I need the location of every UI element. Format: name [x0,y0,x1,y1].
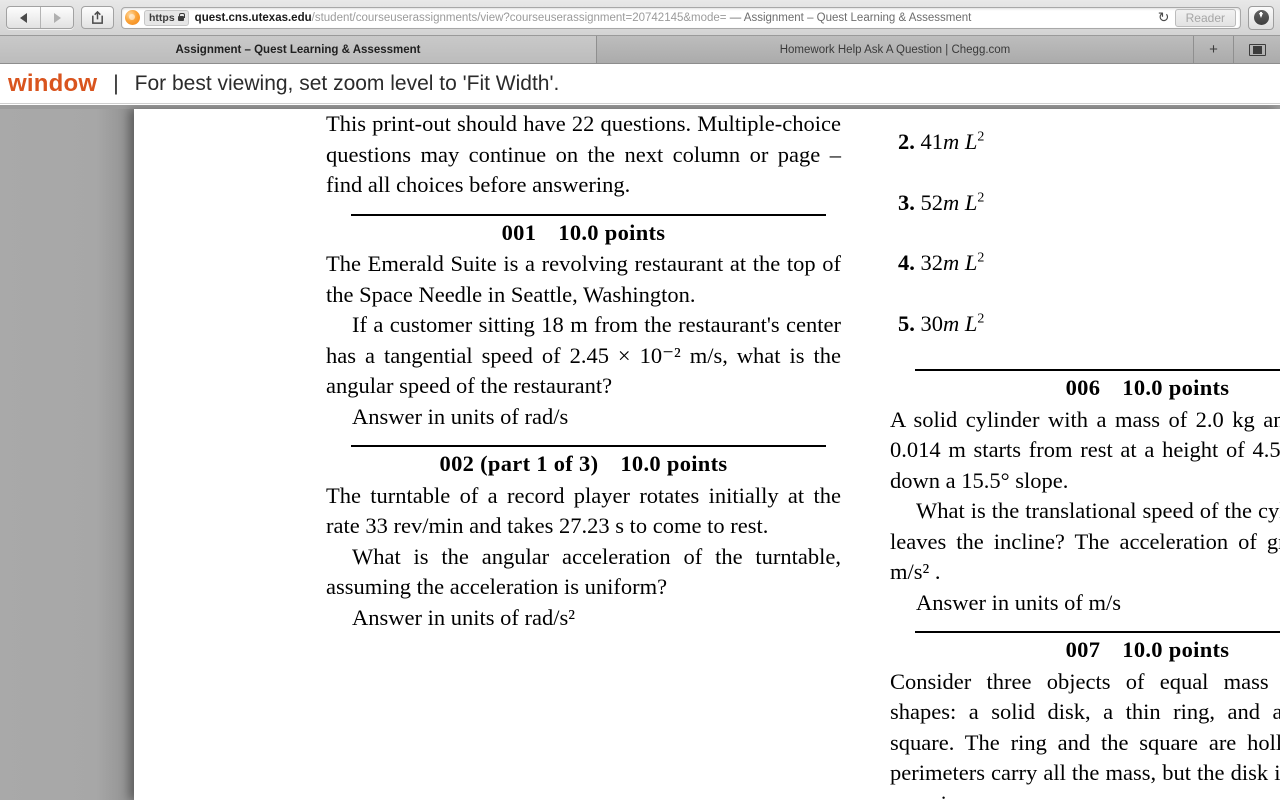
choice-exponent: 2 [977,190,985,205]
tab-overview-icon [1248,43,1266,56]
choice-number: 5. [898,310,915,336]
browser-window: https quest.cns.utexas.edu/student/cours… [0,0,1280,800]
question-points: 10.0 points [1122,637,1230,662]
reload-button[interactable]: ↻ [1153,8,1175,28]
https-badge: https [144,9,189,26]
banner-message: For best viewing, set zoom level to 'Fit… [134,71,560,95]
browser-toolbar: https quest.cns.utexas.edu/student/cours… [0,0,1280,36]
viewer-background-left [0,109,134,800]
choice-exponent: 2 [977,129,985,145]
share-button[interactable] [81,6,114,29]
question-002-paragraph-2: What is the angular acceleration of the … [326,543,841,600]
choice-unit: m L [943,129,978,154]
choice-value: 52 [920,189,944,215]
downloads-button[interactable] [1248,5,1274,30]
tab-assignment[interactable]: Assignment – Quest Learning & Assessment [0,36,597,63]
url-text: quest.cns.utexas.edu/student/courseusera… [195,12,1153,24]
tab-label: Assignment – Quest Learning & Assessment [175,43,421,56]
question-divider [351,213,826,216]
question-heading-007: 007 10.0 points [890,635,1280,666]
document-column-right: 2. 41m L2 3. 52m L2 4. 32m L2 5. 30m L2 [890,109,1280,800]
choice-exponent: 2 [977,250,985,266]
answer-choice[interactable]: 2. 41m L2 [898,127,1280,158]
lock-icon [177,13,185,21]
question-002-answer-units: Answer in units of rad/s² [352,604,575,630]
site-banner: window | For best viewing, set zoom leve… [0,64,1280,104]
answer-choice[interactable]: 5. 30m L2 [898,309,1280,340]
question-heading-002: 002 (part 1 of 3) 10.0 points [326,449,841,480]
back-arrow-icon [20,12,27,23]
forward-button[interactable] [40,7,73,28]
assignment-document: This print-out should have 22 questions.… [134,109,1280,800]
pdf-viewer: This print-out should have 22 questions.… [0,105,1280,800]
choice-value: 41 [920,129,944,154]
choice-value: 32 [920,250,944,275]
address-bar[interactable]: https quest.cns.utexas.edu/student/cours… [121,6,1241,29]
choice-unit: m L [943,189,978,215]
question-001-answer-units: Answer in units of rad/s [352,403,569,429]
question-006-answer-units: Answer in units of m/s [916,589,1121,615]
new-tab-button[interactable]: + [1194,36,1234,63]
question-heading-006: 006 10.0 points [890,373,1280,404]
tab-label: Homework Help Ask A Question | Chegg.com [779,43,1011,56]
question-007-paragraph-1: Consider three objects of equal mass but… [890,668,1280,800]
nav-button-group [6,6,74,29]
reader-button[interactable]: Reader [1174,8,1236,27]
banner-brand: window [8,69,98,97]
question-006-paragraph-2: What is the translational speed of the c… [890,498,1280,584]
choice-unit: m L [943,250,978,275]
question-006-paragraph-1: A solid cylinder with a mass of 2.0 kg a… [890,406,1280,493]
question-heading-001: 001 10.0 points [326,218,841,249]
url-path: /student/courseuserassignments/view?cour… [311,11,727,24]
tab-chegg[interactable]: Homework Help Ask A Question | Chegg.com [597,36,1194,63]
intro-paragraph: This print-out should have 22 questions.… [326,111,841,197]
download-arrow-icon [1253,10,1269,25]
question-number: 001 [501,219,537,245]
choice-number: 2. [898,129,915,154]
question-points: 10.0 points [1122,375,1230,400]
site-favicon-icon [125,10,140,25]
tab-bar: Assignment – Quest Learning & Assessment… [0,36,1280,64]
question-002-paragraph-1: The turntable of a record player rotates… [326,482,841,539]
question-number: 002 (part 1 of 3) [439,451,599,476]
choice-number: 3. [898,189,915,215]
choice-number: 4. [898,250,915,275]
url-page-title: — Assignment – Quest Learning & Assessme… [726,11,972,24]
choice-value: 30 [920,310,944,336]
url-host: quest.cns.utexas.edu [194,11,312,24]
question-divider [351,445,826,447]
tab-overview-button[interactable] [1234,36,1280,63]
plus-icon: + [1209,41,1218,58]
pdf-page: This print-out should have 22 questions.… [134,109,1280,800]
question-points: 10.0 points [620,451,728,476]
document-column-left: This print-out should have 22 questions.… [326,109,841,633]
share-icon [92,10,103,24]
forward-arrow-icon [53,12,61,23]
question-001-paragraph-2: If a customer sitting 18 m from the rest… [326,312,841,398]
question-number: 007 [1065,637,1101,662]
back-button[interactable] [7,7,40,28]
answer-choice[interactable]: 3. 52m L2 [898,188,1280,219]
banner-separator: | [113,71,119,95]
question-divider [915,369,1280,371]
answer-choice[interactable]: 4. 32m L2 [898,248,1280,279]
question-points: 10.0 points [558,219,666,245]
choice-exponent: 2 [977,311,985,326]
choice-unit: m L [943,310,978,336]
question-001-paragraph-1: The Emerald Suite is a revolving restaur… [326,251,841,307]
question-number: 006 [1065,375,1101,400]
question-divider [915,631,1280,633]
https-label: https [149,11,175,24]
